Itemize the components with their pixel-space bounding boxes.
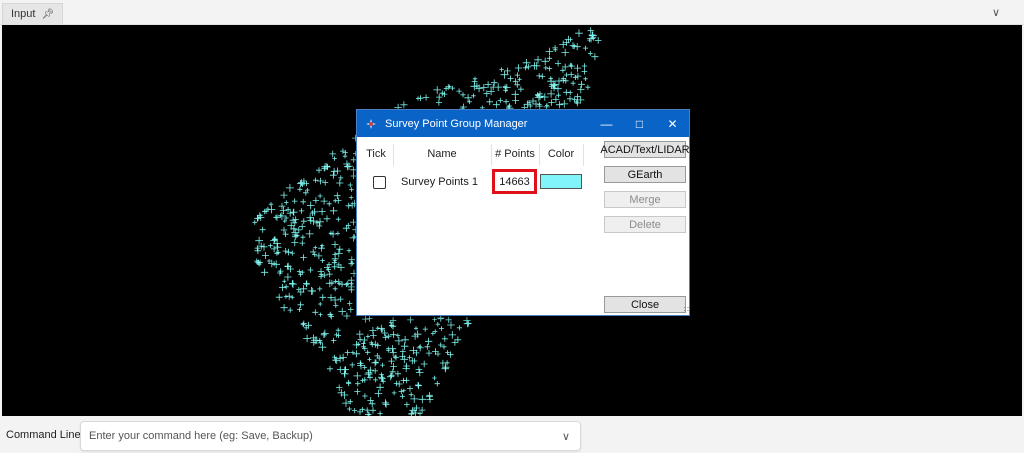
- chevron-down-icon[interactable]: ∨: [562, 430, 570, 443]
- name-cell[interactable]: Survey Points 1: [401, 172, 478, 192]
- color-swatch[interactable]: [540, 174, 582, 189]
- column-header-color: Color: [547, 148, 575, 160]
- close-icon[interactable]: ✕: [656, 110, 689, 137]
- column-header-name: Name: [427, 148, 457, 160]
- column-header-tick: Tick: [366, 148, 386, 160]
- maximize-icon[interactable]: □: [623, 110, 656, 137]
- app-icon: [364, 117, 378, 131]
- command-input[interactable]: [89, 430, 549, 442]
- app-window: Input 📌︎ ∨ Survey Point Group Manager — …: [0, 0, 1024, 453]
- resize-grip-icon[interactable]: ∷: [684, 305, 689, 314]
- merge-button[interactable]: Merge: [604, 191, 686, 208]
- survey-point-group-manager-dialog: Survey Point Group Manager — □ ✕ Tick Na…: [356, 109, 690, 316]
- chevron-down-icon[interactable]: ∨: [992, 6, 1000, 19]
- gearth-button[interactable]: GEarth: [604, 166, 686, 183]
- dialog-title: Survey Point Group Manager: [385, 117, 528, 130]
- delete-button[interactable]: Delete: [604, 216, 686, 233]
- points-cell[interactable]: 14663: [492, 169, 537, 194]
- acad-text-lidar-button[interactable]: ACAD/Text/LIDAR: [600, 141, 690, 158]
- tab-bar: Input 📌︎ ∨: [0, 0, 1024, 25]
- dialog-titlebar[interactable]: Survey Point Group Manager — □ ✕: [357, 110, 689, 137]
- column-divider: [583, 144, 584, 166]
- column-header-points: # Points: [495, 148, 535, 160]
- tab-label: Input: [11, 8, 36, 20]
- command-line-label: Command Line:: [6, 429, 84, 441]
- close-button[interactable]: Close: [604, 296, 686, 313]
- command-line-box[interactable]: ∨: [80, 421, 581, 451]
- pin-icon[interactable]: 📌︎: [41, 9, 54, 20]
- tick-cell: [373, 172, 386, 192]
- point-group-table: Tick Name # Points Color Survey Points 1…: [361, 142, 591, 310]
- tick-checkbox[interactable]: [373, 175, 386, 189]
- minimize-icon[interactable]: —: [590, 110, 623, 137]
- tab-input[interactable]: Input 📌︎: [2, 3, 64, 24]
